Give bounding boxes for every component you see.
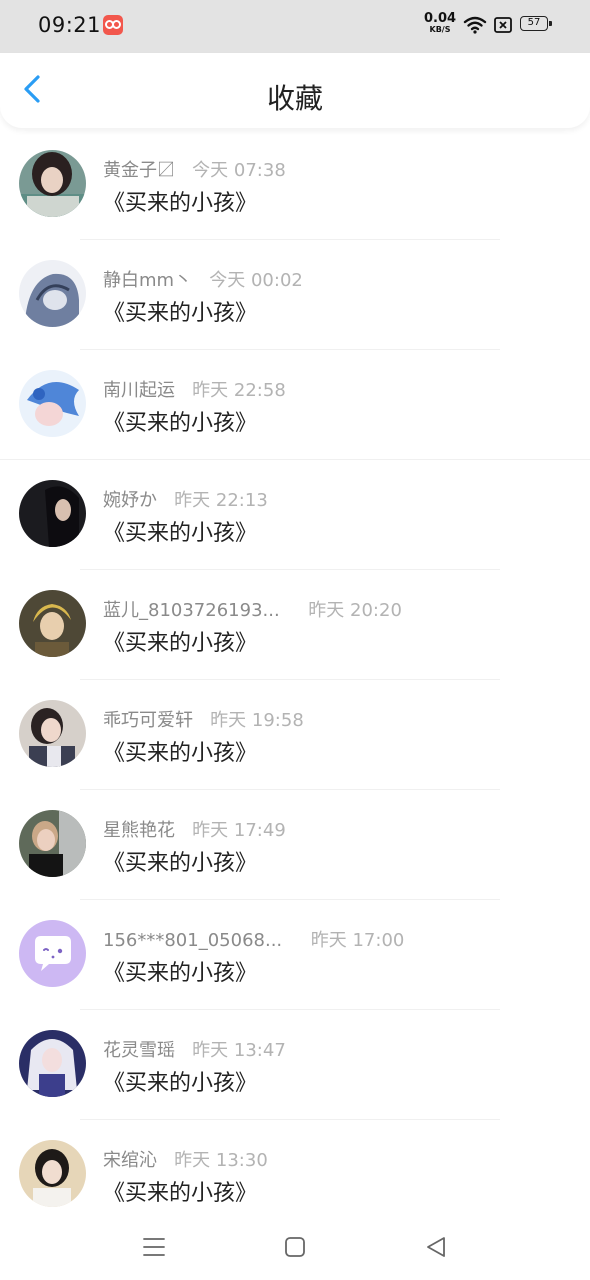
back-triangle-icon[interactable] (421, 1232, 451, 1262)
list-item[interactable]: 花灵雪瑶 昨天 13:47 《买来的小孩》 (0, 1010, 590, 1120)
list-item[interactable]: 星熊艳花 昨天 17:49 《买来的小孩》 (0, 790, 590, 900)
avatar[interactable] (19, 370, 86, 437)
nickname[interactable]: 静白mm丶 (103, 270, 192, 291)
timestamp: 今天 07:38 (192, 160, 286, 181)
app-notification-icon (103, 15, 123, 35)
avatar[interactable] (19, 480, 86, 547)
nickname[interactable]: 南川起运 (103, 380, 175, 401)
nickname[interactable]: 婉妤か (103, 490, 157, 511)
avatar[interactable] (19, 150, 86, 217)
list-item[interactable]: 南川起运 昨天 22:58 《买来的小孩》 (0, 350, 590, 460)
status-time: 09:21 (38, 13, 102, 37)
timestamp: 昨天 22:13 (174, 490, 268, 511)
item-meta: 蓝儿_8103726193... 昨天 20:20 (103, 596, 402, 622)
home-square-icon[interactable] (280, 1232, 310, 1262)
list-item[interactable]: 156***801_05068... 昨天 17:00 《买来的小孩》 (0, 900, 590, 1010)
item-meta: 星熊艳花 昨天 17:49 (103, 816, 286, 842)
page-title: 收藏 (266, 82, 323, 115)
nickname[interactable]: 花灵雪瑶 (103, 1040, 175, 1061)
list-item[interactable]: 黄金子〼 今天 07:38 《买来的小孩》 (0, 130, 590, 240)
no-sim-icon (494, 17, 512, 33)
nickname[interactable]: 星熊艳花 (103, 820, 175, 841)
book-title[interactable]: 《买来的小孩》 (103, 185, 257, 217)
book-title[interactable]: 《买来的小孩》 (103, 625, 257, 657)
list-item[interactable]: 乖巧可爱轩 昨天 19:58 《买来的小孩》 (0, 680, 590, 790)
book-title[interactable]: 《买来的小孩》 (103, 405, 257, 437)
nickname[interactable]: 黄金子〼 (103, 160, 175, 181)
book-title[interactable]: 《买来的小孩》 (103, 1175, 257, 1207)
list-item[interactable]: 婉妤か 昨天 22:13 《买来的小孩》 (0, 460, 590, 570)
nickname[interactable]: 156***801_05068... (103, 930, 282, 951)
avatar[interactable] (19, 810, 86, 877)
item-meta: 156***801_05068... 昨天 17:00 (103, 926, 404, 952)
avatar[interactable] (19, 1030, 86, 1097)
item-meta: 南川起运 昨天 22:58 (103, 376, 286, 402)
list-item[interactable]: 静白mm丶 今天 00:02 《买来的小孩》 (0, 240, 590, 350)
book-title[interactable]: 《买来的小孩》 (103, 295, 257, 327)
item-meta: 黄金子〼 今天 07:38 (103, 156, 286, 182)
item-meta: 花灵雪瑶 昨天 13:47 (103, 1036, 286, 1062)
status-bar: 09:21 0.04 KB/S 57 (0, 0, 590, 53)
timestamp: 昨天 13:30 (174, 1150, 268, 1171)
timestamp: 今天 00:02 (209, 270, 303, 291)
book-title[interactable]: 《买来的小孩》 (103, 515, 257, 547)
wifi-icon (463, 16, 487, 34)
book-title[interactable]: 《买来的小孩》 (103, 735, 257, 767)
item-meta: 婉妤か 昨天 22:13 (103, 486, 268, 512)
nickname[interactable]: 宋绾沁 (103, 1150, 157, 1171)
timestamp: 昨天 13:47 (192, 1040, 286, 1061)
book-title[interactable]: 《买来的小孩》 (103, 955, 257, 987)
favorites-list: 黄金子〼 今天 07:38 《买来的小孩》 静白mm丶 今天 00:02 《买来… (0, 130, 590, 1230)
network-speed: 0.04 KB/S (424, 11, 457, 34)
nickname[interactable]: 乖巧可爱轩 (103, 710, 193, 731)
avatar[interactable] (19, 1140, 86, 1207)
avatar[interactable] (19, 590, 86, 657)
header-bar: 收藏 (0, 53, 590, 128)
menu-icon[interactable] (139, 1232, 169, 1262)
nickname[interactable]: 蓝儿_8103726193... (103, 600, 280, 621)
timestamp: 昨天 20:20 (308, 600, 402, 621)
system-nav-bar (0, 1222, 590, 1280)
avatar[interactable] (19, 920, 86, 987)
item-meta: 静白mm丶 今天 00:02 (103, 266, 303, 292)
item-meta: 宋绾沁 昨天 13:30 (103, 1146, 268, 1172)
avatar[interactable] (19, 260, 86, 327)
battery-icon: 57 (520, 16, 552, 31)
avatar[interactable] (19, 700, 86, 767)
timestamp: 昨天 19:58 (210, 710, 304, 731)
list-item[interactable]: 宋绾沁 昨天 13:30 《买来的小孩》 (0, 1120, 590, 1230)
list-item[interactable]: 蓝儿_8103726193... 昨天 20:20 《买来的小孩》 (0, 570, 590, 680)
timestamp: 昨天 17:00 (310, 930, 405, 951)
book-title[interactable]: 《买来的小孩》 (103, 845, 257, 877)
timestamp: 昨天 22:58 (192, 380, 286, 401)
timestamp: 昨天 17:49 (192, 820, 286, 841)
book-title[interactable]: 《买来的小孩》 (103, 1065, 257, 1097)
item-meta: 乖巧可爱轩 昨天 19:58 (103, 706, 304, 732)
